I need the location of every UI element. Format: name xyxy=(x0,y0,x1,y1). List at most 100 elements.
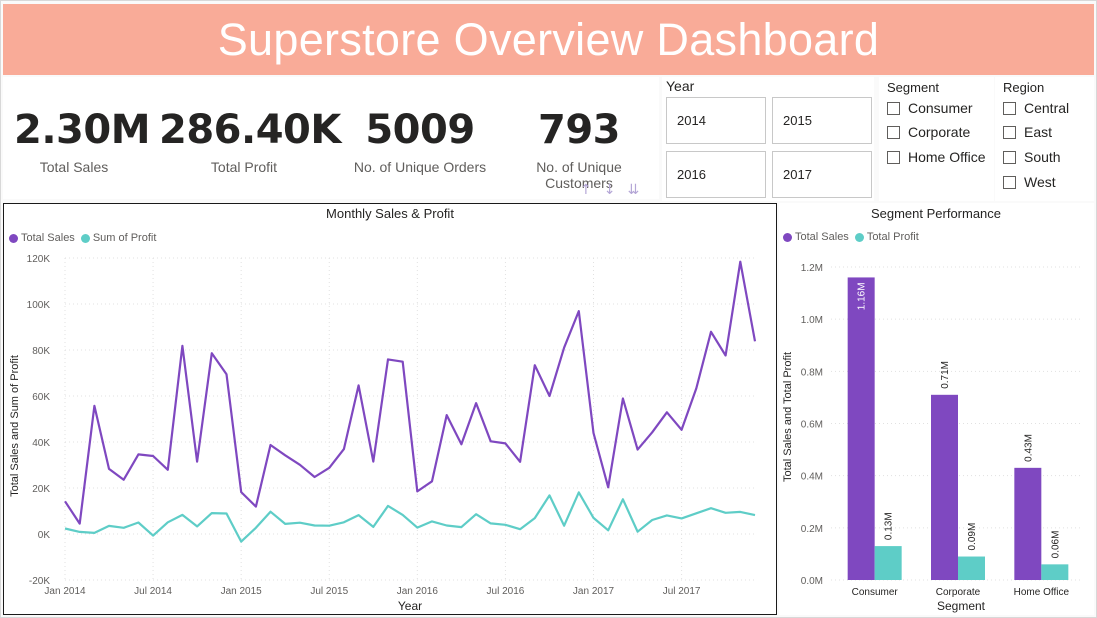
option-label: Consumer xyxy=(908,100,973,116)
profit-bar xyxy=(958,556,985,580)
x-tick-label: Jan 2014 xyxy=(44,586,86,597)
x-tick-label: Jan 2017 xyxy=(573,586,615,597)
kpi-label: Total Sales xyxy=(39,159,109,175)
total-sales-line xyxy=(64,260,757,525)
legend-item-sales[interactable]: Total Sales xyxy=(783,231,849,243)
x-tick-label: Jul 2016 xyxy=(487,586,525,597)
kpi-label: Total Profit xyxy=(210,159,278,175)
segment-performance-visual[interactable]: Total Sales Total Profit Segment Perform… xyxy=(779,203,1094,615)
option-label: Corporate xyxy=(908,124,971,140)
profit-bar xyxy=(1041,564,1069,580)
x-tick-label: Jan 2016 xyxy=(397,586,439,597)
checkbox[interactable] xyxy=(887,101,900,115)
sales-bar xyxy=(931,394,958,580)
segment-option-corporate[interactable]: Corporate xyxy=(887,124,970,140)
legend-item-profit[interactable]: Total Profit xyxy=(854,231,919,243)
option-label: South xyxy=(1024,149,1061,165)
bar-chart-x-axis-title: Segment xyxy=(937,599,986,613)
checkbox[interactable] xyxy=(1003,125,1016,139)
x-tick-label: Jul 2014 xyxy=(134,586,172,597)
checkbox[interactable] xyxy=(1003,175,1016,189)
title-banner: Superstore Overview Dashboard xyxy=(3,4,1094,75)
double-arrow-down-icon[interactable]: ⇊ xyxy=(627,182,639,198)
y-tick-label: 0.2M xyxy=(801,524,823,535)
y-tick-label: 0.4M xyxy=(801,472,823,483)
segment-option-home-office[interactable]: Home Office xyxy=(887,149,986,165)
bar-chart: Segment Performance Segment Total Sales … xyxy=(782,206,1081,613)
year-tile-2014[interactable]: 2014 xyxy=(666,97,766,144)
year-slicer: Year 2014 2015 2016 2017 xyxy=(662,77,874,201)
x-tick-label: Jan 2015 xyxy=(221,586,263,597)
legend-marker xyxy=(854,232,864,242)
kpi-value: 5009 xyxy=(365,107,475,153)
y-tick-label: 20K xyxy=(32,484,50,495)
legend-item-profit[interactable]: Sum of Profit xyxy=(80,232,157,244)
dashboard-title: Superstore Overview Dashboard xyxy=(217,13,880,65)
segment-slicer-title: Segment xyxy=(887,80,940,95)
checkbox[interactable] xyxy=(1003,101,1016,115)
kpi-value: 2.30M xyxy=(14,107,151,153)
data-label: 0.71M xyxy=(940,361,951,389)
sales-bar xyxy=(847,277,875,580)
y-tick-label: 1.0M xyxy=(801,315,823,326)
kpi-total-sales[interactable]: 2.30M Total Sales xyxy=(14,107,151,175)
kpi-total-profit[interactable]: 286.40K Total Profit xyxy=(159,107,341,175)
year-tile-2015[interactable]: 2015 xyxy=(772,97,872,144)
option-label: West xyxy=(1024,174,1056,190)
x-tick-label: Jul 2015 xyxy=(310,586,348,597)
data-label: 0.09M xyxy=(967,523,978,551)
y-tick-label: 0.8M xyxy=(801,367,823,378)
y-tick-label: 1.2M xyxy=(801,263,823,274)
region-slicer-title: Region xyxy=(1003,80,1045,95)
region-option-south[interactable]: South xyxy=(1003,149,1061,165)
sort-controls: ↑ ↓ ⇊ xyxy=(580,182,639,198)
legend-label: Total Sales xyxy=(795,231,849,243)
legend-marker xyxy=(783,232,792,242)
data-label: 1.16M xyxy=(857,282,868,310)
region-option-central[interactable]: Central xyxy=(1003,100,1069,116)
checkbox[interactable] xyxy=(887,150,900,164)
checkbox[interactable] xyxy=(887,125,900,139)
kpi-label: No. of Unique Orders xyxy=(353,159,487,175)
option-label: Home Office xyxy=(908,149,986,165)
line-chart-legend: Total Sales Sum of Profit xyxy=(9,232,162,244)
y-tick-label: 100K xyxy=(27,300,51,311)
kpi-strip: 2.30M Total Sales 286.40K Total Profit 5… xyxy=(3,77,659,199)
segment-option-consumer[interactable]: Consumer xyxy=(887,100,973,116)
y-tick-label: 120K xyxy=(27,254,51,265)
data-label: 0.43M xyxy=(1023,434,1034,462)
region-option-east[interactable]: East xyxy=(1003,124,1052,140)
profit-bar xyxy=(874,546,902,580)
line-chart-x-axis-title: Year xyxy=(398,599,422,613)
y-tick-label: 80K xyxy=(32,346,50,357)
legend-item-sales[interactable]: Total Sales xyxy=(9,232,75,244)
year-tile-2017[interactable]: 2017 xyxy=(772,151,872,198)
kpi-value: 793 xyxy=(538,107,621,153)
y-tick-label: 0.6M xyxy=(801,420,823,431)
line-chart-title: Monthly Sales & Profit xyxy=(326,206,454,221)
legend-label: Sum of Profit xyxy=(92,232,157,244)
monthly-sales-profit-visual[interactable]: Total Sales Sum of Profit Monthly Sales … xyxy=(3,203,777,615)
segment-slicer: Segment Consumer Corporate Home Office xyxy=(879,77,994,201)
region-slicer: Region Central East South West xyxy=(995,77,1094,201)
checkbox[interactable] xyxy=(1003,150,1016,164)
region-option-west[interactable]: West xyxy=(1003,174,1056,190)
year-tile-2016[interactable]: 2016 xyxy=(666,151,766,198)
legend-label: Total Profit xyxy=(866,231,919,243)
bar-chart-y-axis-title: Total Sales and Total Profit xyxy=(782,352,794,482)
data-label: 0.06M xyxy=(1050,531,1061,559)
sales-bar xyxy=(1014,467,1042,580)
x-tick-label: Corporate xyxy=(936,587,981,598)
option-label: East xyxy=(1024,124,1053,140)
line-chart-y-axis-title: Total Sales and Sum of Profit xyxy=(9,355,21,497)
kpi-unique-orders[interactable]: 5009 No. of Unique Orders xyxy=(353,107,487,175)
kpi-unique-customers[interactable]: 793 No. of Unique Customers xyxy=(501,107,657,191)
arrow-down-icon[interactable]: ↓ xyxy=(604,182,616,198)
legend-marker xyxy=(80,233,90,243)
option-label: Central xyxy=(1024,100,1070,116)
legend-marker xyxy=(9,233,18,243)
data-label: 0.13M xyxy=(884,512,895,540)
arrow-up-icon[interactable]: ↑ xyxy=(580,182,592,198)
y-tick-label: 60K xyxy=(32,392,50,403)
year-slicer-title: Year xyxy=(666,78,695,94)
